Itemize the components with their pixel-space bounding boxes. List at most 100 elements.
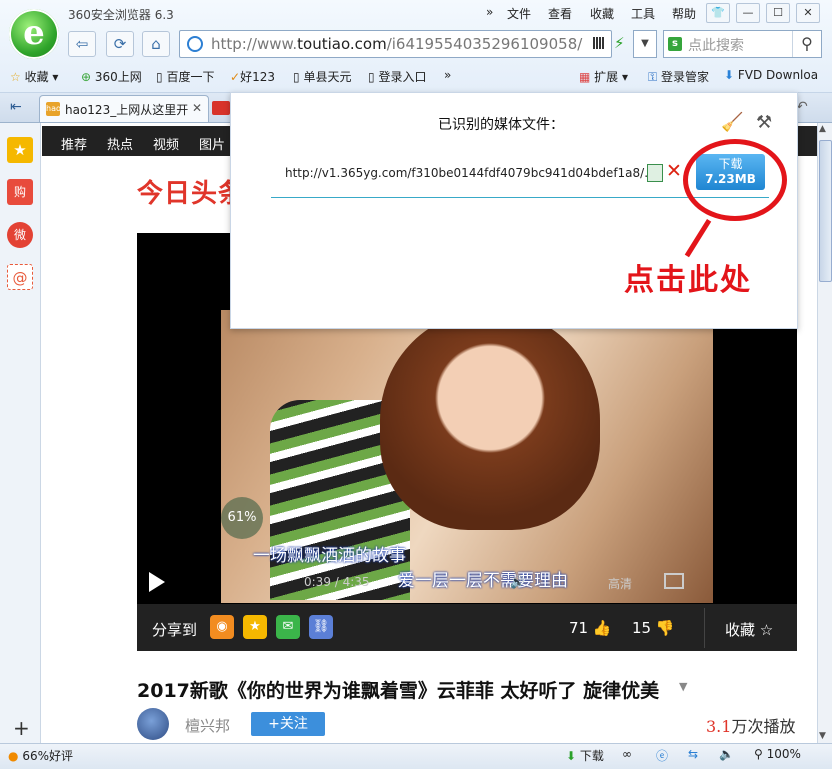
app-title: 360安全浏览器 6.3 xyxy=(68,8,174,22)
address-bar[interactable]: http://www.toutiao.com/i6419554035296109… xyxy=(179,30,612,58)
media-url: http://v1.365yg.com/f310be0144fdf4079bc9… xyxy=(285,166,656,180)
site-logo[interactable]: 今日头条 xyxy=(137,173,245,210)
divider xyxy=(704,608,705,648)
close-button[interactable]: ✕ xyxy=(796,3,820,23)
nav-video[interactable]: 视频 xyxy=(153,134,179,153)
home-button[interactable]: ⌂ xyxy=(142,31,170,57)
fullscreen-icon[interactable] xyxy=(664,573,684,589)
sidebar-add-icon[interactable]: + xyxy=(13,716,30,740)
search-icon[interactable]: ⚲ xyxy=(792,31,821,57)
search-box[interactable]: s 点此搜索 ⚲ xyxy=(663,30,822,58)
bookmark-hao123[interactable]: ✓好123 xyxy=(230,68,275,85)
ie-mode-icon[interactable]: ⓔ xyxy=(656,747,668,764)
play-count: 3.1万次播放 xyxy=(706,717,796,736)
back-button[interactable]: ⇦ xyxy=(68,31,96,57)
remove-item-icon[interactable]: ✕ xyxy=(666,160,682,182)
dislike-button[interactable]: 15 👎 xyxy=(632,619,675,637)
status-bar xyxy=(0,743,832,769)
share-wechat-icon[interactable]: ✉ xyxy=(276,615,300,639)
sidebar-favorites-icon[interactable]: ★ xyxy=(7,137,33,163)
extensions-icon: ▦ xyxy=(579,70,591,84)
download-arrow-icon: ⬇ xyxy=(724,68,735,82)
minimize-button[interactable]: — xyxy=(736,3,760,23)
maximize-button[interactable]: ☐ xyxy=(766,3,790,23)
nav-images[interactable]: 图片 xyxy=(199,134,225,153)
address-dropdown-icon[interactable]: ▼ xyxy=(633,30,657,58)
magnifier-icon: ⚲ xyxy=(754,747,763,761)
sidebar-shopping-icon[interactable]: 购 xyxy=(7,179,33,205)
page-icon: ▯ xyxy=(368,70,375,84)
chevron-down-icon[interactable]: ▼ xyxy=(679,680,687,693)
qrcode-icon[interactable] xyxy=(593,37,605,49)
copy-link-icon[interactable] xyxy=(647,164,663,182)
orange-icon: ● xyxy=(8,749,19,763)
bookmark-more-icon[interactable]: » xyxy=(444,68,451,82)
menu-favorites[interactable]: 收藏 xyxy=(590,5,614,22)
zoom-control[interactable]: ⚲ 100% xyxy=(754,747,801,761)
translate-icon[interactable]: ⇆ xyxy=(688,747,698,761)
video-title: 2017新歌《你的世界为谁飘着雪》云菲菲 太好听了 旋律优美 xyxy=(137,680,660,702)
site-security-icon xyxy=(187,36,203,52)
clear-list-icon[interactable]: 🧹 xyxy=(721,112,743,133)
lyric-line-1: 一场飘飘洒洒的故事 xyxy=(253,546,406,566)
buffer-progress-badge: 61% xyxy=(221,497,263,539)
star-icon: ☆ xyxy=(10,70,21,84)
tab-toutiao[interactable] xyxy=(212,101,230,115)
author-name[interactable]: 檀兴邦 xyxy=(185,715,230,736)
bookmark-favorites[interactable]: ☆ 收藏 ▾ xyxy=(10,68,58,85)
menu-help[interactable]: 帮助 xyxy=(672,5,696,22)
share-weibo-icon[interactable]: ◉ xyxy=(210,615,234,639)
favorite-button[interactable]: 收藏 ☆ xyxy=(725,619,773,640)
nav-hot[interactable]: 热点 xyxy=(107,134,133,153)
extensions-button[interactable]: ▦ 扩展 ▾ xyxy=(579,68,628,85)
share-link-icon[interactable]: ⛓ xyxy=(309,615,333,639)
menu-file[interactable]: 文件 xyxy=(507,5,531,22)
settings-tools-icon[interactable]: ⚒ xyxy=(756,112,772,133)
speed-mode-icon[interactable]: ⚡ xyxy=(614,34,625,52)
hao-icon: ✓ xyxy=(230,70,241,84)
video-time: 0:39 / 4:35 xyxy=(304,575,370,589)
downloads-button[interactable]: ⬇ 下载 xyxy=(566,747,604,764)
video-frame-face xyxy=(380,310,600,530)
address-text[interactable]: http://www.toutiao.com/i6419554035296109… xyxy=(211,35,582,53)
menu-view[interactable]: 查看 xyxy=(548,5,572,22)
popup-title: 已识别的媒体文件： xyxy=(438,117,564,133)
menu-tools[interactable]: 工具 xyxy=(631,5,655,22)
tab-hao123[interactable]: hao hao123_上网从这里开 ✕ xyxy=(39,95,209,122)
fvd-downloader-button[interactable]: ⬇ FVD Downloa xyxy=(724,68,818,82)
quality-selector[interactable]: 高清 xyxy=(608,575,632,592)
sidebar-mail-icon[interactable]: @ xyxy=(7,264,33,290)
refresh-button[interactable]: ⟳ xyxy=(106,31,134,57)
scrollbar-thumb[interactable] xyxy=(819,140,832,282)
nav-recommend[interactable]: 推荐 xyxy=(61,134,87,153)
restore-icon[interactable]: ∞ xyxy=(622,747,632,761)
like-button[interactable]: 71 👍 xyxy=(569,619,612,637)
avatar[interactable] xyxy=(137,708,169,740)
bookmark-360[interactable]: ⊕ 360上网 xyxy=(81,68,142,85)
sidebar xyxy=(0,123,41,743)
volume-icon[interactable]: 🔊 xyxy=(510,575,525,589)
mute-icon[interactable]: 🔈 xyxy=(719,747,734,761)
sidebar-toggle-icon[interactable]: ⇤ xyxy=(10,99,22,115)
scroll-up-icon[interactable]: ▲ xyxy=(819,124,826,134)
sidebar-weibo-icon[interactable]: 微 xyxy=(7,222,33,248)
page-icon: ▯ xyxy=(156,70,163,84)
hao123-favicon-icon: hao xyxy=(46,102,61,116)
share-label: 分享到 xyxy=(152,621,198,639)
share-bar xyxy=(137,604,797,651)
search-input[interactable]: 点此搜索 xyxy=(688,35,744,55)
skin-button[interactable]: 👕 xyxy=(706,3,730,23)
close-tab-icon[interactable]: ✕ xyxy=(192,101,202,115)
bookmark-shanxian[interactable]: ▯ 单县天元 xyxy=(293,68,351,85)
play-icon[interactable] xyxy=(149,572,165,592)
follow-button[interactable]: +关注 xyxy=(251,712,325,736)
login-manager-button[interactable]: ⚿ 登录管家 xyxy=(648,68,709,85)
menu-more-icon[interactable]: » xyxy=(486,5,493,19)
browser-logo-icon: e xyxy=(9,9,59,59)
rating-indicator[interactable]: ● 66%好评 xyxy=(8,747,73,764)
share-qzone-icon[interactable]: ★ xyxy=(243,615,267,639)
bookmark-baidu[interactable]: ▯ 百度一下 xyxy=(156,68,214,85)
search-engine-icon[interactable]: s xyxy=(668,37,682,51)
scroll-down-icon[interactable]: ▼ xyxy=(819,731,826,741)
bookmark-login[interactable]: ▯ 登录入口 xyxy=(368,68,426,85)
